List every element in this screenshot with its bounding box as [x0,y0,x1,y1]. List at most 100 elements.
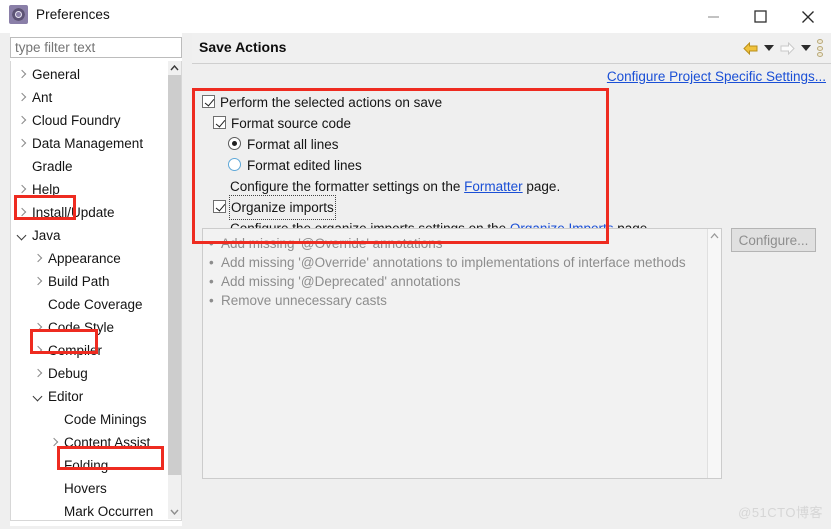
chevron-right-icon[interactable] [17,92,28,103]
formatter-link[interactable]: Formatter [464,179,523,194]
organize-imports-checkbox[interactable] [213,200,226,213]
window-controls [690,0,831,33]
sidebar-item-gradle[interactable]: Gradle [11,155,169,178]
window-title: Preferences [36,7,110,22]
splitter-gap [182,33,192,529]
sidebar-item-label: Data Management [32,136,144,151]
format-edited-lines-radio[interactable] [228,158,241,171]
forward-arrow-icon[interactable] [780,41,795,55]
scroll-up-icon[interactable] [168,61,181,75]
list-scroll-up-icon[interactable] [708,229,721,243]
sidebar-item-editor[interactable]: Editor [11,385,169,408]
sidebar-item-label: Install/Update [32,205,115,220]
sidebar-item-label: Content Assist [64,435,151,450]
chevron-right-icon[interactable] [17,184,28,195]
chevron-right-icon[interactable] [17,115,28,126]
sidebar-item-code-minings[interactable]: Code Minings [11,408,169,431]
chevron-right-icon[interactable] [17,69,28,80]
sidebar-item-label: Help [32,182,60,197]
sidebar-item-ant[interactable]: Ant [11,86,169,109]
organize-imports-label: Organize imports [229,195,336,220]
sidebar-item-label: Debug [48,366,88,381]
tree-spacer-icon [49,506,60,517]
pane-toolbar [743,39,823,57]
sidebar-item-label: Compiler [48,343,103,358]
sidebar-item-help[interactable]: Help [11,178,169,201]
sidebar-item-code-coverage[interactable]: Code Coverage [11,293,169,316]
chevron-down-icon[interactable] [17,230,28,241]
sidebar-item-hovers[interactable]: Hovers [11,477,169,500]
chevron-right-icon[interactable] [17,138,28,149]
format-source-checkbox[interactable] [213,116,226,129]
tree-scroll-thumb[interactable] [168,75,181,475]
sidebar-item-folding[interactable]: Folding [11,454,169,477]
sidebar-item-install-update[interactable]: Install/Update [11,201,169,224]
list-scrollbar[interactable] [707,229,721,478]
format-all-lines-label: Format all lines [247,137,339,152]
sidebar-item-debug[interactable]: Debug [11,362,169,385]
configure-button[interactable]: Configure... [731,228,816,252]
chevron-right-icon[interactable] [33,276,44,287]
formatter-hint: Configure the formatter settings on the … [230,176,560,197]
list-item-label: Add missing '@Override' annotations to i… [221,255,686,270]
sidebar-item-compiler[interactable]: Compiler [11,339,169,362]
scroll-down-icon[interactable] [168,505,181,519]
list-item-label: Remove unnecessary casts [221,293,387,308]
sidebar-item-appearance[interactable]: Appearance [11,247,169,270]
perform-actions-checkbox[interactable] [202,95,215,108]
chevron-right-icon[interactable] [49,437,60,448]
sidebar-item-label: Folding [64,458,109,473]
format-all-lines-row[interactable]: Format all lines [228,134,632,155]
list-item[interactable]: • Add missing '@Override' annotations [209,234,704,253]
title-bar: Preferences [0,0,831,33]
filter-box[interactable] [10,37,182,58]
format-edited-lines-row[interactable]: Format edited lines [228,155,632,176]
sidebar-item-mark-occurren[interactable]: Mark Occurren [11,500,169,520]
sidebar-item-label: Code Coverage [48,297,143,312]
sidebar-item-general[interactable]: General [11,63,169,86]
sidebar-item-label: Java [32,228,61,243]
close-button[interactable] [784,0,831,33]
format-all-lines-radio[interactable] [228,137,241,150]
list-item[interactable]: • Add missing '@Override' annotations to … [209,253,704,272]
organize-imports-row[interactable]: Organize imports [213,195,632,220]
sidebar-item-cloud-foundry[interactable]: Cloud Foundry [11,109,169,132]
additional-actions-list[interactable]: • Add missing '@Override' annotations • Add… [202,228,722,479]
chevron-right-icon[interactable] [33,368,44,379]
list-item[interactable]: • Remove unnecessary casts [209,291,704,310]
configure-project-specific-settings-link[interactable]: Configure Project Specific Settings... [607,69,826,84]
sidebar-item-content-assist[interactable]: Content Assist [11,431,169,454]
title-bar-left: Preferences [9,5,110,24]
sidebar-item-build-path[interactable]: Build Path [11,270,169,293]
pane-header: Save Actions [192,33,831,64]
chevron-right-icon[interactable] [33,253,44,264]
tree-scrollbar[interactable] [168,61,181,519]
sidebar-item-code-style[interactable]: Code Style [11,316,169,339]
chevron-right-icon[interactable] [33,322,44,333]
sidebar-item-java[interactable]: Java [11,224,169,247]
chevron-right-icon[interactable] [33,345,44,356]
back-arrow-icon[interactable] [743,41,758,55]
bullet-icon: • [209,293,214,308]
sidebar-item-label: Cloud Foundry [32,113,121,128]
chevron-right-icon[interactable] [17,207,28,218]
maximize-button[interactable] [737,0,784,33]
pane-body: Configure Project Specific Settings... P… [192,64,831,529]
minimize-button[interactable] [690,0,737,33]
tree-spacer-icon [49,483,60,494]
sidebar-item-data-management[interactable]: Data Management [11,132,169,155]
tree-spacer-icon [49,460,60,471]
vertical-dots-icon[interactable] [817,39,823,57]
list-item[interactable]: • Add missing '@Deprecated' annotations [209,272,704,291]
format-edited-lines-label: Format edited lines [247,158,362,173]
perform-actions-row[interactable]: Perform the selected actions on save [202,92,632,113]
preferences-tree[interactable]: General Ant Cloud Foundry Data Management Gr… [10,61,182,521]
search-input[interactable] [11,38,181,57]
forward-dropdown-icon[interactable] [801,45,811,51]
formatter-hint-prefix: Configure the formatter settings on the [230,179,465,194]
chevron-down-icon[interactable] [33,391,44,402]
format-source-row[interactable]: Format source code [213,113,632,134]
back-dropdown-icon[interactable] [764,45,774,51]
sidebar-item-label: Build Path [48,274,110,289]
list-item-label: Add missing '@Override' annotations [221,236,443,251]
